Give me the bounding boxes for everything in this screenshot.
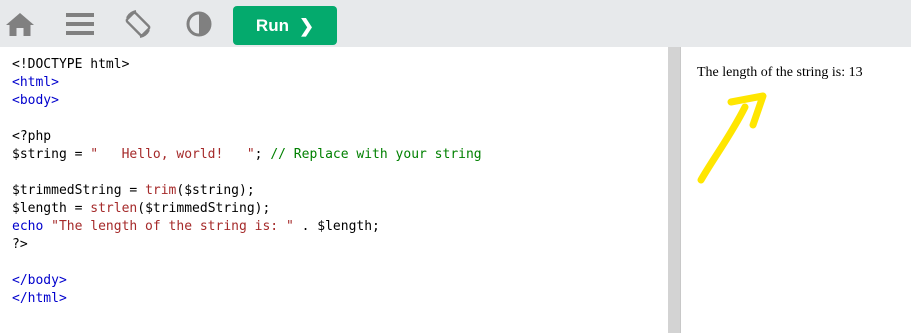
code-token: . $length;: [293, 219, 380, 234]
code-line: $string = " Hello, world! "; // Replace …: [12, 146, 482, 164]
code-token: $trimmedString =: [12, 183, 146, 198]
code-token: <html>: [12, 75, 59, 90]
code-token: "The length of the string is: ": [51, 219, 294, 234]
code-content[interactable]: <!DOCTYPE html> <html> <body> <?php $string …: [12, 56, 482, 308]
code-token: ?>: [12, 237, 28, 252]
code-line: ?>: [12, 236, 482, 254]
home-icon[interactable]: [0, 6, 40, 42]
code-line: <body>: [12, 92, 482, 110]
code-token: " Hello, world! ": [90, 147, 255, 162]
code-token: <?php: [12, 129, 52, 144]
code-token: ;: [254, 147, 271, 162]
code-token: </html>: [12, 291, 67, 306]
code-line: <!DOCTYPE html>: [12, 56, 482, 74]
toolbar: Run ❯: [0, 0, 911, 47]
code-line: $length = strlen($trimmedString);: [12, 200, 482, 218]
code-token: <body>: [12, 93, 59, 108]
code-token: $length =: [12, 201, 91, 216]
code-token: $string =: [12, 147, 91, 162]
code-token: <!DOCTYPE html>: [12, 57, 130, 72]
panel-resize-scrollbar[interactable]: [668, 47, 680, 333]
code-line: <html>: [12, 74, 482, 92]
result-panel: The length of the string is: 13: [681, 47, 911, 333]
run-button-label: Run: [255, 15, 289, 35]
annotation-arrow-icon: [697, 92, 767, 184]
code-token: strlen: [90, 201, 138, 216]
code-line: echo "The length of the string is: " . $…: [12, 218, 482, 236]
code-token: ($string);: [176, 183, 255, 198]
code-token: ($trimmedString);: [137, 201, 271, 216]
contrast-icon[interactable]: [179, 6, 219, 42]
code-token: trim: [145, 183, 177, 198]
code-token: echo: [12, 219, 52, 234]
run-button[interactable]: Run ❯: [233, 6, 337, 45]
menu-icon[interactable]: [60, 6, 100, 42]
code-token: // Replace with your string: [270, 147, 482, 162]
code-line: </html>: [12, 290, 482, 308]
chevron-right-icon: ❯: [298, 15, 315, 36]
rotate-icon[interactable]: [118, 6, 158, 42]
code-line: </body>: [12, 272, 482, 290]
code-editor[interactable]: <!DOCTYPE html> <html> <body> <?php $string …: [0, 47, 668, 333]
code-line: $trimmedString = trim($string);: [12, 182, 482, 200]
code-token: </body>: [12, 273, 67, 288]
code-line: <?php: [12, 128, 482, 146]
